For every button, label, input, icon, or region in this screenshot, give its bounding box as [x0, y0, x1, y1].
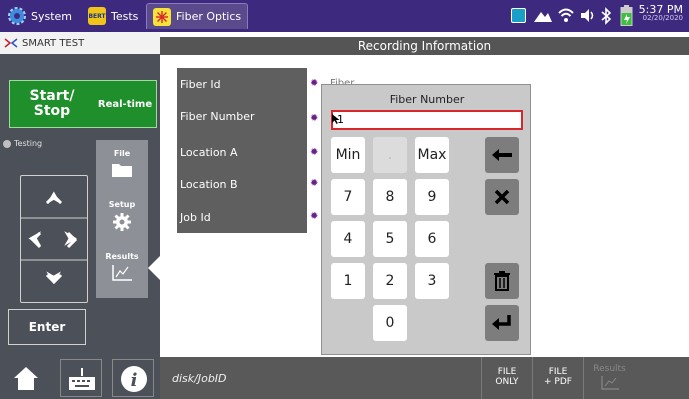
svg-text:i: i [131, 370, 138, 391]
bottom-left-bar: i [0, 357, 160, 399]
fiber-id-settings-icon[interactable]: ✹ [310, 78, 318, 89]
tab-system[interactable]: System [2, 3, 78, 29]
setup-gear-icon [113, 213, 131, 231]
tab-tests[interactable]: BERT Tests [82, 3, 144, 29]
tab-results-label: Results [105, 252, 139, 261]
page-title: Recording Information [160, 37, 689, 55]
status-label: Testing [14, 139, 43, 148]
field-label-fiber-id[interactable]: Fiber Id [180, 78, 221, 91]
key-6[interactable]: 6 [415, 221, 449, 257]
key-4[interactable]: 4 [331, 221, 365, 257]
min-key[interactable]: Min [331, 137, 365, 173]
file-pdf-line2: + PDF [544, 377, 572, 387]
side-tabs: File Setup Results [96, 140, 148, 298]
backspace-icon [492, 149, 512, 161]
job-id-settings-icon[interactable]: ✹ [310, 211, 318, 222]
file-only-button[interactable]: FILE ONLY [481, 357, 532, 399]
key-3[interactable]: 3 [415, 263, 449, 299]
home-icon[interactable] [12, 365, 40, 391]
key-2[interactable]: 2 [373, 263, 407, 299]
keypad-title: Fiber Number [389, 93, 465, 106]
tab-fiber-optics[interactable]: Fiber Optics [146, 3, 249, 29]
backspace-button[interactable] [485, 137, 519, 173]
field-label-location-b[interactable]: Location B [180, 178, 238, 191]
gear-icon [8, 7, 26, 25]
fiber-number-settings-icon[interactable]: ✹ [310, 113, 318, 124]
volume-icon [581, 9, 594, 22]
key-8[interactable]: 8 [373, 179, 407, 215]
number-keypad-dialog: Fiber Number 1 Min . Max 7 8 9 4 5 6 1 2… [321, 84, 531, 355]
active-tab-pointer [148, 256, 160, 280]
results-button: Results [583, 357, 635, 399]
bert-icon: BERT [88, 7, 106, 25]
keyboard-button[interactable] [60, 359, 102, 397]
testing-status: Testing [3, 139, 42, 148]
clear-button[interactable] [485, 179, 519, 215]
start-stop-button[interactable]: Start/ Stop [10, 81, 94, 127]
tab-setup[interactable]: Setup [96, 200, 148, 234]
fiber-number-input[interactable]: 1 [331, 110, 523, 130]
decimal-key: . [373, 137, 407, 173]
tab-results[interactable]: Results [96, 252, 148, 284]
wifi-icon [558, 8, 574, 22]
smart-test-icon [4, 38, 18, 48]
enter-key[interactable] [485, 305, 519, 341]
folder-icon [112, 164, 132, 177]
field-label-fiber-number[interactable]: Fiber Number [180, 110, 255, 123]
key-0[interactable]: 0 [373, 305, 407, 341]
file-only-line2: ONLY [495, 377, 519, 387]
key-9[interactable]: 9 [415, 179, 449, 215]
file-path: disk/JobID [172, 372, 227, 385]
tab-file-label: File [113, 149, 131, 158]
battery-charging-icon [620, 5, 633, 26]
delete-button[interactable] [485, 263, 519, 299]
file-pdf-button[interactable]: FILE + PDF [532, 357, 583, 399]
info-button[interactable]: i [112, 359, 154, 397]
clock: 5:37 PM 02/20/2020 [639, 4, 683, 22]
location-b-settings-icon[interactable]: ✹ [310, 178, 318, 189]
cursor-pointer [332, 114, 340, 124]
tab-fiber-label: Fiber Optics [176, 10, 242, 23]
fields-panel: Fiber Id Fiber Number Location A Locatio… [177, 68, 307, 233]
trash-icon [494, 271, 510, 291]
tab-tests-label: Tests [111, 9, 139, 23]
start-stop-panel: Start/ Stop Real-time [9, 80, 157, 128]
status-dot [3, 139, 11, 148]
location-a-settings-icon[interactable]: ✹ [310, 147, 318, 158]
nav-arrows [30, 193, 78, 285]
app-title-bar: SMART TEST [0, 32, 160, 54]
bert-icon-text: BERT [88, 12, 106, 20]
app-title: SMART TEST [22, 37, 85, 49]
key-5[interactable]: 5 [373, 221, 407, 257]
tab-setup-label: Setup [108, 200, 136, 209]
close-icon [494, 189, 510, 205]
clock-date: 02/20/2020 [642, 14, 683, 22]
key-7[interactable]: 7 [331, 179, 365, 215]
key-1[interactable]: 1 [331, 263, 365, 299]
tab-file[interactable]: File [96, 149, 148, 180]
starburst-icon [153, 7, 171, 26]
enter-button[interactable]: Enter [8, 309, 86, 345]
link-status-icon [534, 12, 552, 22]
field-label-location-a[interactable]: Location A [180, 146, 238, 159]
realtime-button[interactable]: Real-time [94, 81, 156, 127]
return-icon [492, 315, 511, 330]
field-label-job-id[interactable]: Job Id [180, 211, 211, 224]
bluetooth-icon [601, 7, 612, 25]
tab-system-label: System [31, 9, 73, 23]
top-bar: System BERT Tests Fiber Optics 5:37 PM 0… [0, 0, 689, 32]
results-chart-icon [112, 265, 132, 281]
results-disabled-icon [600, 375, 619, 390]
keyboard-icon [69, 368, 95, 390]
info-icon: i [121, 366, 147, 392]
max-key[interactable]: Max [415, 137, 449, 173]
results-button-label: Results [593, 364, 626, 375]
vnc-icon [511, 8, 526, 23]
